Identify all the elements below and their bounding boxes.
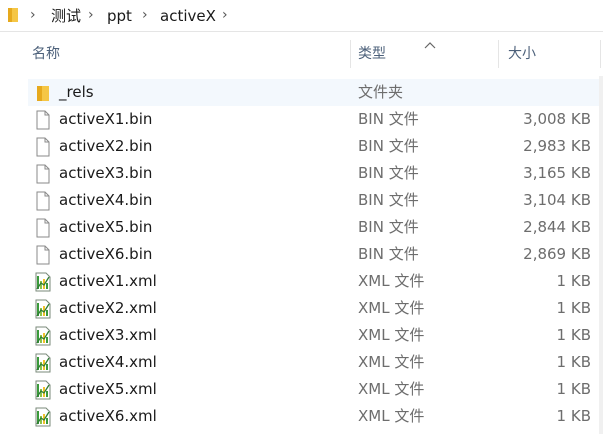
file-row[interactable]: activeX3.xml XML 文件 1 KB [28, 322, 603, 349]
folder-icon [34, 83, 52, 103]
breadcrumb-item[interactable]: ppt [107, 6, 132, 26]
xml-file-icon [34, 407, 52, 427]
column-divider[interactable] [600, 40, 601, 68]
file-icon [34, 110, 52, 130]
file-name: activeX1.xml [59, 272, 157, 290]
address-bar[interactable]: › 测试 › ppt › activeX › [0, 0, 603, 32]
folder-row[interactable]: _rels 文件夹 [28, 79, 603, 106]
file-type: BIN 文件 [358, 110, 419, 128]
file-type: XML 文件 [358, 272, 425, 290]
file-icon [34, 245, 52, 265]
xml-file-icon [34, 272, 52, 292]
file-row[interactable]: activeX3.bin BIN 文件 3,165 KB [28, 160, 603, 187]
file-name: activeX1.bin [59, 110, 153, 128]
xml-file-icon [34, 380, 52, 400]
file-size: 1 KB [556, 353, 591, 371]
file-size: 3,008 KB [523, 110, 591, 128]
file-size: 1 KB [556, 299, 591, 317]
file-size: 2,983 KB [523, 137, 591, 155]
file-type: XML 文件 [358, 380, 425, 398]
chevron-right-icon[interactable]: › [30, 8, 40, 22]
file-row[interactable]: activeX6.xml XML 文件 1 KB [28, 403, 603, 430]
file-type: BIN 文件 [358, 191, 419, 209]
file-name: activeX4.bin [59, 191, 153, 209]
file-size: 3,104 KB [523, 191, 591, 209]
file-type: BIN 文件 [358, 245, 419, 263]
file-row[interactable]: activeX1.xml XML 文件 1 KB [28, 268, 603, 295]
chevron-right-icon[interactable]: › [88, 8, 98, 22]
column-divider[interactable] [350, 40, 351, 68]
file-type: XML 文件 [358, 299, 425, 317]
file-name: activeX5.xml [59, 380, 157, 398]
file-type: 文件夹 [358, 83, 404, 101]
file-row[interactable]: activeX1.bin BIN 文件 3,008 KB [28, 106, 603, 133]
file-row[interactable]: activeX2.xml XML 文件 1 KB [28, 295, 603, 322]
file-row[interactable]: activeX4.xml XML 文件 1 KB [28, 349, 603, 376]
file-list: _rels 文件夹 activeX1.bin BIN 文件 3,008 KB active… [28, 79, 603, 430]
chevron-right-icon[interactable]: › [142, 8, 152, 22]
chevron-right-icon[interactable]: › [222, 8, 232, 22]
file-name: activeX2.xml [59, 299, 157, 317]
file-name: activeX3.bin [59, 164, 153, 182]
column-header-bar: 名称 类型 大小 [14, 32, 603, 76]
file-name: _rels [59, 83, 94, 101]
file-type: XML 文件 [358, 326, 425, 344]
file-size: 1 KB [556, 380, 591, 398]
file-size: 1 KB [556, 272, 591, 290]
file-icon [34, 137, 52, 157]
file-name: activeX3.xml [59, 326, 157, 344]
folder-icon [8, 7, 20, 27]
file-row[interactable]: activeX2.bin BIN 文件 2,983 KB [28, 133, 603, 160]
column-header-name[interactable]: 名称 [32, 44, 60, 64]
file-size: 2,869 KB [523, 245, 591, 263]
vertical-scrollbar[interactable] [599, 76, 603, 434]
breadcrumb-item[interactable]: activeX [160, 6, 216, 26]
file-size: 1 KB [556, 326, 591, 344]
breadcrumb-item[interactable]: 测试 [51, 6, 81, 26]
column-header-size[interactable]: 大小 [508, 44, 536, 64]
file-size: 1 KB [556, 407, 591, 425]
file-size: 2,844 KB [523, 218, 591, 236]
column-header-type[interactable]: 类型 [358, 44, 386, 64]
file-icon [34, 164, 52, 184]
sort-ascending-icon [424, 35, 436, 49]
xml-file-icon [34, 353, 52, 373]
file-type: BIN 文件 [358, 218, 419, 236]
file-type: XML 文件 [358, 407, 425, 425]
file-icon [34, 191, 52, 211]
file-row[interactable]: activeX4.bin BIN 文件 3,104 KB [28, 187, 603, 214]
file-name: activeX2.bin [59, 137, 153, 155]
file-row[interactable]: activeX6.bin BIN 文件 2,869 KB [28, 241, 603, 268]
file-size: 3,165 KB [523, 164, 591, 182]
file-name: activeX6.xml [59, 407, 157, 425]
file-type: XML 文件 [358, 353, 425, 371]
navigation-pane-edge [0, 32, 14, 434]
file-type: BIN 文件 [358, 164, 419, 182]
file-icon [34, 218, 52, 238]
xml-file-icon [34, 326, 52, 346]
file-row[interactable]: activeX5.bin BIN 文件 2,844 KB [28, 214, 603, 241]
file-row[interactable]: activeX5.xml XML 文件 1 KB [28, 376, 603, 403]
column-divider[interactable] [498, 40, 499, 68]
file-name: activeX4.xml [59, 353, 157, 371]
file-name: activeX6.bin [59, 245, 153, 263]
xml-file-icon [34, 299, 52, 319]
file-name: activeX5.bin [59, 218, 153, 236]
file-type: BIN 文件 [358, 137, 419, 155]
